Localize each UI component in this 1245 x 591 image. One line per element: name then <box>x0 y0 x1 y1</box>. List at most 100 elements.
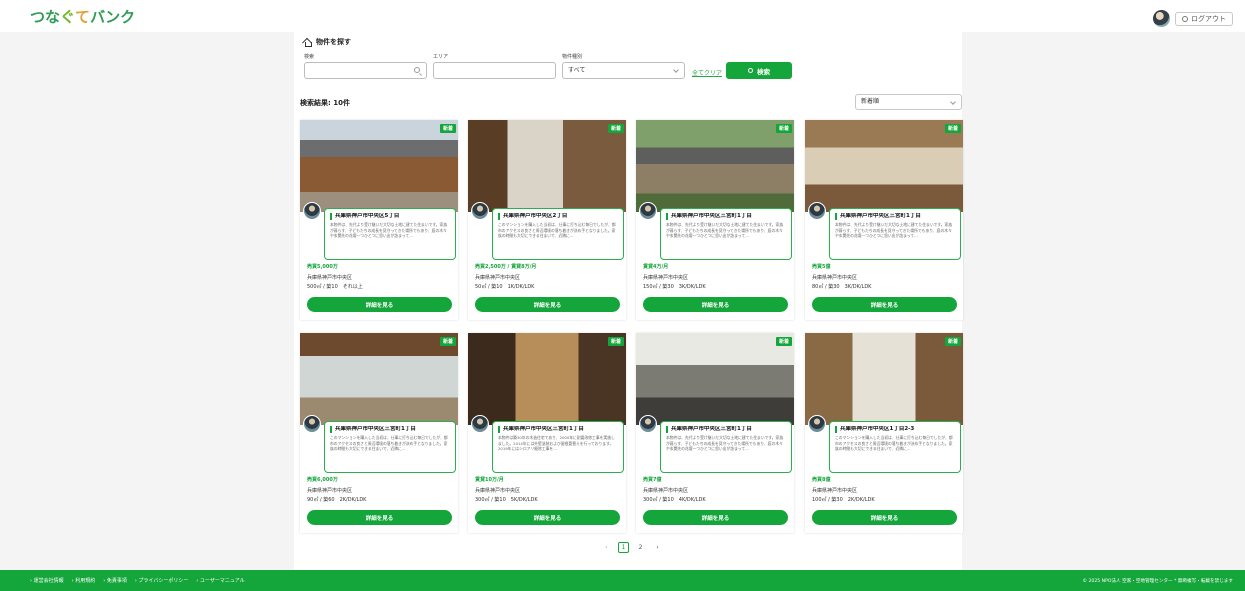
pagination-prev[interactable]: ‹ <box>601 542 612 553</box>
property-description: このマンションを購入した当初は、仕事に打ち込む毎日でしたが、都市のアクセスの良さ… <box>330 435 448 452</box>
property-card[interactable]: 新着 兵庫県神戸市中央区1丁目2-3 このマンションを購入した当初は、仕事に打ち込む… <box>805 333 963 533</box>
view-details-button[interactable]: 詳細を見る <box>643 510 788 525</box>
area-input[interactable] <box>433 62 556 79</box>
pagination: ‹ 1 2 › <box>601 542 663 553</box>
chevron-down-icon <box>950 99 956 105</box>
footer-link[interactable]: プライバシーポリシー <box>135 577 188 584</box>
pagination-page[interactable]: 1 <box>618 542 629 553</box>
type-select[interactable]: すべて <box>562 62 685 79</box>
property-card[interactable]: 新着兵庫県神戸市中央区2丁目このマンションを購入した当初は、仕事に打ち込む毎日で… <box>468 120 626 320</box>
property-photo[interactable] <box>805 333 963 425</box>
property-address: 兵庫県神戸市中央区2丁目 <box>498 213 618 220</box>
property-photo[interactable] <box>636 333 794 425</box>
footer-link[interactable]: 利用規約 <box>72 577 95 584</box>
pagination-page[interactable]: 2 <box>635 542 646 553</box>
keyword-label: 検索 <box>304 54 315 60</box>
property-photo[interactable] <box>468 120 626 212</box>
property-summary-bubble: 兵庫県神戸市中央区三宮町1丁目 本物件は築30年の木造住宅であり、2000年に耐震… <box>492 421 624 473</box>
property-card[interactable]: 新着 兵庫県神戸市中央区三宮町1丁目 本物件は、先代より受け継いだ大切な土地に建てた… <box>805 120 963 320</box>
logout-button[interactable]: ログアウト <box>1175 11 1233 26</box>
property-description: このマンションを購入した当初は、仕事に打ち込む毎日でしたが、都市のアクセスの良さ… <box>835 435 953 452</box>
owner-avatar <box>471 202 489 220</box>
sort-select[interactable]: 新着順 <box>855 94 962 110</box>
user-avatar[interactable] <box>1153 10 1170 27</box>
property-address: 兵庫県神戸市中央区三宮町1丁目 <box>498 426 618 433</box>
footer-link[interactable]: 免責事項 <box>103 577 127 584</box>
owner-avatar <box>303 202 321 220</box>
logout-icon <box>1182 15 1188 22</box>
type-label: 物件種別 <box>562 54 583 60</box>
property-summary-bubble: 兵庫県神戸市中央区2丁目このマンションを購入した当初は、仕事に打ち込む毎日でした… <box>492 208 624 260</box>
clear-all-link[interactable]: 全てクリア <box>692 68 722 77</box>
logo-char: ン <box>105 8 121 26</box>
new-badge: 新着 <box>607 337 624 346</box>
owner-avatar <box>808 415 826 433</box>
copyright: © 2025 NPO法人 空家・空地管理センター * 無断複写・転載を禁じます <box>1082 579 1233 584</box>
new-badge: 新着 <box>607 124 624 133</box>
property-spec: 150㎡ / 築30 3K/DK/LDK <box>643 284 706 290</box>
logo-char: ク <box>120 8 136 26</box>
site-logo[interactable]: つ な ぐ て バ ン ク <box>30 9 135 25</box>
property-price: 賃貸10万/月 <box>475 477 504 483</box>
property-card[interactable]: 新着兵庫県神戸市中央区三宮町1丁目 本物件は築30年の木造住宅であり、2000年に… <box>468 333 626 533</box>
view-details-button[interactable]: 詳細を見る <box>475 297 620 312</box>
property-card[interactable]: 新着 兵庫県神戸市中央区三宮町1丁目 本物件は、先代より受け継いだ大切な土地に建てた… <box>636 120 794 320</box>
footer-link[interactable]: 運営会社情報 <box>30 577 64 584</box>
logo-char: つ <box>30 8 46 26</box>
property-address: 兵庫県神戸市中央区1丁目2-3 <box>835 426 955 433</box>
property-summary-bubble: 兵庫県神戸市中央区三宮町1丁目本物件は、先代より受け継いだ大切な土地に建てた住ま… <box>660 421 792 473</box>
property-address: 兵庫県神戸市中央区三宮町1丁目 <box>835 213 955 220</box>
view-details-button[interactable]: 詳細を見る <box>307 510 452 525</box>
home-icon <box>303 38 312 47</box>
property-price: 賃貸4万/月 <box>643 264 669 270</box>
view-details-button[interactable]: 詳細を見る <box>812 297 957 312</box>
search-title: 物件を探す <box>303 37 351 47</box>
property-spec: 500㎡ / 築10 それ以上 <box>307 284 363 290</box>
keyword-input[interactable] <box>304 62 427 79</box>
property-photo[interactable] <box>300 120 458 212</box>
property-description: このマンションを購入した当初は、仕事に打ち込む毎日でしたが、都市のアクセスの良さ… <box>498 222 616 239</box>
search-title-label: 物件を探す <box>316 38 351 46</box>
property-spec: 80㎡ / 築30 3K/DK/LDK <box>812 284 872 290</box>
property-spec: 300㎡ / 築10 4K/DK/LDK <box>643 497 706 503</box>
type-select-value: すべて <box>568 67 586 74</box>
property-location: 兵庫県神戸市中央区 <box>812 488 858 494</box>
view-details-button[interactable]: 詳細を見る <box>643 297 788 312</box>
owner-avatar <box>639 415 657 433</box>
result-count: 検索結果: 10件 <box>300 99 350 107</box>
property-location: 兵庫県神戸市中央区 <box>307 275 353 281</box>
property-summary-bubble: 兵庫県神戸市中央区三宮町1丁目 本物件は、先代より受け継いだ大切な土地に建てた住ま… <box>660 208 792 260</box>
view-details-button[interactable]: 詳細を見る <box>812 510 957 525</box>
search-icon <box>748 68 753 73</box>
property-description: 本物件は、先代より受け継いだ大切な土地に建てた住まいです。家族が暮らす、子どもた… <box>666 222 784 239</box>
property-card[interactable]: 新着兵庫県神戸市中央区三宮町1丁目本物件は、先代より受け継いだ大切な土地に建てた… <box>636 333 794 533</box>
view-details-button[interactable]: 詳細を見る <box>475 510 620 525</box>
search-icon <box>414 67 420 73</box>
property-photo[interactable] <box>300 333 458 425</box>
logo-char: な <box>45 8 61 26</box>
footer-link[interactable]: ユーザーマニュアル <box>196 577 245 584</box>
header-user-area: ログアウト <box>1153 10 1233 27</box>
property-photo[interactable] <box>468 333 626 425</box>
new-badge: 新着 <box>775 337 792 346</box>
property-price: 売買6,000万 <box>307 477 338 483</box>
sort-value: 新着順 <box>861 98 880 105</box>
property-location: 兵庫県神戸市中央区 <box>643 275 689 281</box>
property-description: 本物件は、先代より受け継いだ大切な土地に建てた住まいです。家族が暮らす、子どもた… <box>666 435 784 452</box>
pagination-next[interactable]: › <box>652 542 663 553</box>
site-footer: 運営会社情報 利用規約 免責事項 プライバシーポリシー ユーザーマニュアル © … <box>0 570 1245 591</box>
search-button[interactable]: 検索 <box>726 62 792 79</box>
area-label: エリア <box>433 54 449 60</box>
property-card[interactable]: 新着 兵庫県神戸市中央区三宮町1丁目 このマンションを購入した当初は、仕事に打ち込む… <box>300 333 458 533</box>
property-address: 兵庫県神戸市中央区5丁目 <box>330 213 450 220</box>
property-spec: 90㎡ / 築60 2K/DK/LDK <box>307 497 367 503</box>
logout-label: ログアウト <box>1191 14 1226 23</box>
property-description: 本物件は、先代より受け継いだ大切な土地に建てた住まいです。家族が暮らす、子どもた… <box>835 222 953 239</box>
property-address: 兵庫県神戸市中央区三宮町1丁目 <box>666 426 786 433</box>
view-details-button[interactable]: 詳細を見る <box>307 297 452 312</box>
property-location: 兵庫県神戸市中央区 <box>475 275 521 281</box>
property-price: 売買2,500万 / 賃貸8万/月 <box>475 264 537 270</box>
property-card[interactable]: 新着 兵庫県神戸市中央区5丁目 本物件は、先代より受け継いだ大切な土地に建てた住まい… <box>300 120 458 320</box>
property-photo[interactable] <box>805 120 963 212</box>
property-photo[interactable] <box>636 120 794 212</box>
